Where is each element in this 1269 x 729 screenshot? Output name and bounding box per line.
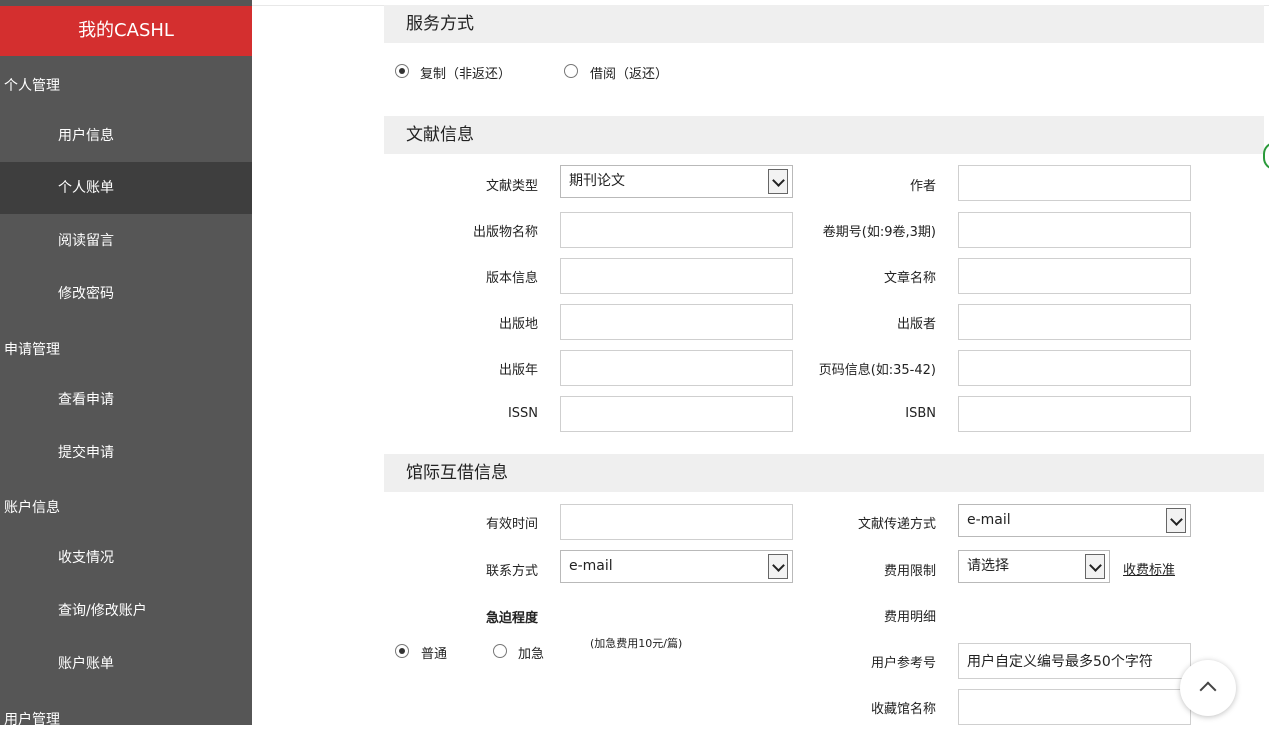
sidebar-item-view-applications[interactable]: 查看申请	[0, 374, 252, 426]
contact-value: e-mail	[569, 558, 613, 574]
fee-standard-link[interactable]: 收费标准	[1123, 559, 1175, 578]
library-label: 收藏馆名称	[870, 702, 936, 717]
publisher-label: 出版者	[896, 317, 936, 332]
sidebar-item-user-info[interactable]: 用户信息	[0, 110, 252, 162]
isbn-input[interactable]	[958, 396, 1191, 432]
nav-group-users[interactable]: 用户管理	[4, 709, 60, 729]
pub-name-input[interactable]	[560, 212, 793, 248]
fee-limit-label: 费用限制	[883, 564, 936, 579]
doc-type-select[interactable]: 期刊论文	[560, 165, 793, 198]
author-label: 作者	[909, 179, 936, 194]
sidebar-item-messages[interactable]: 阅读留言	[0, 215, 252, 267]
issn-label: ISSN	[507, 406, 538, 421]
place-label: 出版地	[498, 317, 538, 332]
delivery-label: 文献传递方式	[857, 517, 936, 532]
user-ref-input[interactable]	[958, 643, 1191, 679]
place-input[interactable]	[560, 304, 793, 340]
radio-urgency-rush[interactable]	[493, 644, 507, 658]
user-ref-label: 用户参考号	[870, 656, 936, 671]
pages-input[interactable]	[958, 350, 1191, 386]
fee-detail-label: 费用明细	[883, 610, 936, 625]
radio-loan[interactable]	[564, 64, 578, 78]
radio-copy[interactable]	[395, 64, 409, 78]
fee-limit-select[interactable]: 请选择	[958, 550, 1110, 583]
sidebar-item-income-expense[interactable]: 收支情况	[0, 532, 252, 584]
section-header-service: 服务方式	[384, 5, 1264, 43]
nav-group-applications[interactable]: 申请管理	[4, 339, 60, 359]
library-input[interactable]	[958, 689, 1191, 725]
volume-input[interactable]	[958, 212, 1191, 248]
radio-copy-label[interactable]: 复制（非返还）	[420, 63, 511, 82]
pub-name-label: 出版物名称	[472, 225, 538, 240]
sidebar-item-personal-bill[interactable]: 个人账单	[0, 162, 252, 214]
doc-type-value: 期刊论文	[569, 173, 625, 189]
urgency-label: 急迫程度	[485, 611, 538, 626]
valid-time-input[interactable]	[560, 504, 793, 540]
radio-urgency-normal[interactable]	[395, 644, 409, 658]
section-header-ill: 馆际互借信息	[384, 454, 1264, 492]
chevron-down-icon	[1166, 508, 1186, 533]
contact-select[interactable]: e-mail	[560, 550, 793, 583]
radio-urgency-normal-label[interactable]: 普通	[421, 643, 447, 662]
delivery-select[interactable]: e-mail	[958, 504, 1191, 537]
year-label: 出版年	[498, 363, 538, 378]
chevron-down-icon	[1085, 554, 1105, 579]
edition-label: 版本信息	[485, 271, 538, 286]
delivery-value: e-mail	[967, 512, 1011, 528]
radio-loan-label[interactable]: 借阅（返还）	[590, 63, 668, 82]
valid-time-label: 有效时间	[485, 517, 538, 532]
sidebar-item-query-account[interactable]: 查询/修改账户	[0, 585, 252, 637]
chevron-down-icon	[768, 554, 788, 579]
urgent-fee-note: (加急费用10元/篇)	[590, 637, 683, 650]
year-input[interactable]	[560, 350, 793, 386]
publisher-input[interactable]	[958, 304, 1191, 340]
author-input[interactable]	[958, 165, 1191, 201]
isbn-label: ISBN	[905, 406, 936, 421]
chevron-down-icon	[768, 169, 788, 194]
article-label: 文章名称	[883, 271, 936, 286]
sidebar: 我的CASHL 个人管理 用户信息 个人账单 阅读留言 修改密码 申请管理 查看…	[0, 0, 252, 728]
nav-group-personal[interactable]: 个人管理	[4, 75, 60, 95]
issn-input[interactable]	[560, 396, 793, 432]
edition-input[interactable]	[560, 258, 793, 294]
radio-urgency-rush-label[interactable]: 加急	[518, 643, 544, 662]
article-input[interactable]	[958, 258, 1191, 294]
doc-type-label: 文献类型	[485, 179, 538, 194]
volume-label: 卷期号(如:9卷,3期)	[822, 225, 936, 240]
sidebar-item-account-bill[interactable]: 账户账单	[0, 638, 252, 690]
sidebar-item-submit-application[interactable]: 提交申请	[0, 427, 252, 479]
nav-group-account[interactable]: 账户信息	[4, 497, 60, 517]
section-header-document: 文献信息	[384, 116, 1264, 154]
sidebar-item-change-password[interactable]: 修改密码	[0, 268, 252, 320]
sidebar-brand[interactable]: 我的CASHL	[0, 6, 252, 56]
fee-limit-value: 请选择	[967, 558, 1009, 574]
pages-label: 页码信息(如:35-42)	[818, 363, 936, 378]
scroll-to-top-button[interactable]	[1180, 660, 1236, 716]
contact-label: 联系方式	[485, 564, 538, 579]
